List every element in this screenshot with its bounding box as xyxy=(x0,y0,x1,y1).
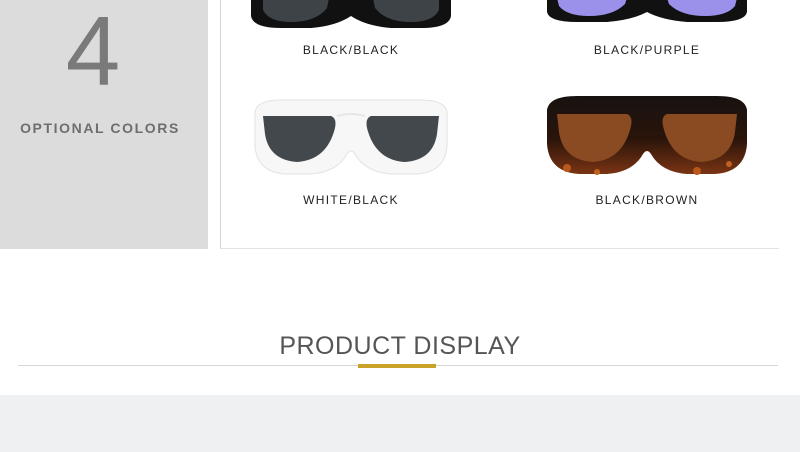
step-number: 4 xyxy=(65,0,121,106)
sunglasses-black-purple-image xyxy=(547,0,747,22)
color-caption: BLACK/PURPLE xyxy=(593,43,701,57)
color-caption: BLACK/BROWN xyxy=(595,193,699,207)
section-accent-bar xyxy=(358,364,436,368)
color-caption: WHITE/BLACK xyxy=(303,193,399,207)
sunglasses-white-black-image xyxy=(254,99,448,175)
color-option-white-black[interactable]: WHITE/BLACK xyxy=(241,88,461,208)
color-caption: BLACK/BLACK xyxy=(302,43,400,57)
optional-colors-label: OPTIONAL COLORS xyxy=(20,120,180,136)
color-option-black-brown[interactable]: BLACK/BROWN xyxy=(537,88,757,208)
section-title: PRODUCT DISPLAY xyxy=(279,332,521,360)
color-option-black-purple[interactable]: BLACK/PURPLE xyxy=(537,0,757,68)
sunglasses-black-black-image xyxy=(251,0,451,28)
color-gallery: BLACK/BLACK BLACK/PURPLE WHITE/BLACK BLA… xyxy=(220,0,779,249)
product-display-area xyxy=(0,395,800,452)
optional-colors-panel: 4 OPTIONAL COLORS xyxy=(0,0,208,249)
color-option-black-black[interactable]: BLACK/BLACK xyxy=(241,0,461,68)
sunglasses-black-brown-image xyxy=(547,96,747,175)
